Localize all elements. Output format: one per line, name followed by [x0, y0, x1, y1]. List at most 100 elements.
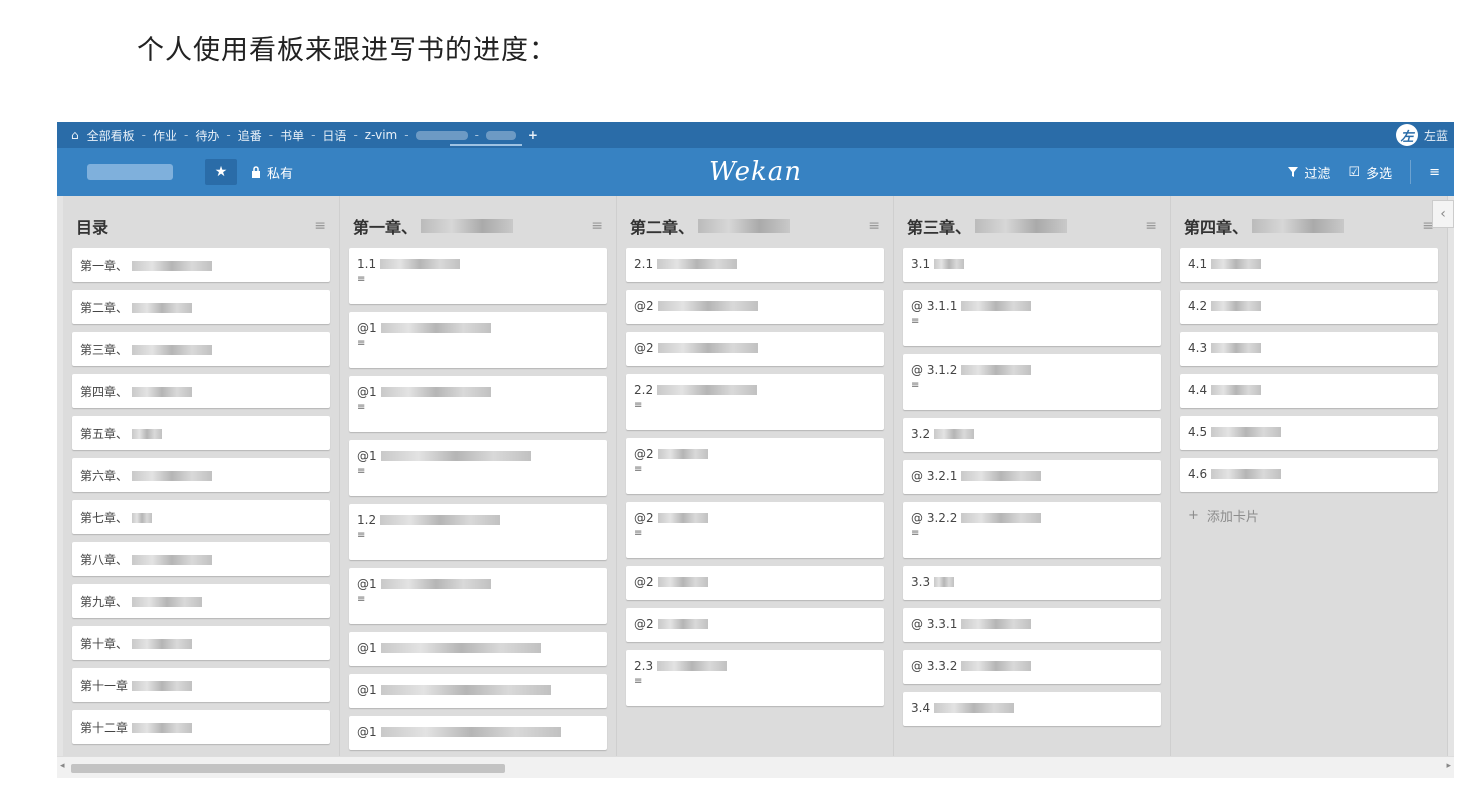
scroll-left-icon[interactable]: ◂	[60, 761, 65, 771]
home-icon[interactable]: ⌂	[67, 128, 83, 142]
card[interactable]: @ 3.1.1 ≡	[903, 290, 1161, 346]
sidebar-toggle-icon[interactable]: ‹	[1432, 200, 1454, 228]
card[interactable]: @ 3.1.2 ≡	[903, 354, 1161, 410]
card[interactable]: @2 ≡	[626, 438, 884, 494]
card[interactable]: 第八章、	[72, 542, 330, 576]
card[interactable]: 第九章、	[72, 584, 330, 618]
scrollbar-thumb[interactable]	[71, 764, 505, 773]
card-title-redacted	[132, 386, 193, 397]
multiselect-button[interactable]: ☑ 多选	[1348, 163, 1392, 182]
scroll-right-icon[interactable]: ▸	[1446, 761, 1451, 771]
crumb-other-board[interactable]	[485, 130, 516, 140]
crumb-booklist[interactable]: 书单	[276, 127, 308, 144]
card[interactable]: 第二章、	[72, 290, 330, 324]
card[interactable]: 4.5	[1180, 416, 1438, 450]
list-title[interactable]: 目录	[76, 214, 108, 238]
card-title-redacted	[380, 259, 461, 269]
crumb-homework[interactable]: 作业	[149, 127, 181, 144]
crumb-zvim[interactable]: z-vim	[361, 128, 401, 142]
user-name[interactable]: 左蓝	[1424, 127, 1448, 144]
card[interactable]: @2	[626, 566, 884, 600]
add-card-button[interactable]: + 添加卡片	[1180, 500, 1438, 531]
card[interactable]: 第七章、	[72, 500, 330, 534]
card[interactable]: @1 ≡	[349, 440, 607, 496]
filter-button[interactable]: 过滤	[1288, 163, 1330, 182]
card[interactable]: @1 ≡	[349, 312, 607, 368]
card[interactable]: @1	[349, 716, 607, 750]
card[interactable]: 第五章、	[72, 416, 330, 450]
card-title-text: 1.2	[357, 513, 377, 527]
card[interactable]: @2	[626, 290, 884, 324]
card[interactable]: 第十二章	[72, 710, 330, 744]
user-menu[interactable]: 左 左蓝	[1395, 124, 1448, 146]
crumb-todo[interactable]: 待办	[191, 127, 223, 144]
card[interactable]: 2.2 ≡	[626, 374, 884, 430]
card[interactable]: @1	[349, 674, 607, 708]
hamburger-menu-icon[interactable]: ≡	[1429, 165, 1440, 180]
card[interactable]: 4.2	[1180, 290, 1438, 324]
description-icon: ≡	[357, 594, 366, 605]
list-title[interactable]: 第二章、	[630, 214, 791, 238]
card[interactable]: 第四章、	[72, 374, 330, 408]
card[interactable]: 3.4	[903, 692, 1161, 726]
description-icon: ≡	[634, 676, 643, 687]
card-title-text: 第十章、	[80, 637, 129, 651]
card[interactable]: @2 ≡	[626, 502, 884, 558]
card[interactable]: 3.2	[903, 418, 1161, 452]
card[interactable]: @2	[626, 608, 884, 642]
list-menu-icon[interactable]: ≡	[868, 218, 880, 234]
crumb-anime[interactable]: 追番	[234, 127, 266, 144]
crumb-japanese[interactable]: 日语	[318, 127, 350, 144]
card[interactable]: 2.1	[626, 248, 884, 282]
card[interactable]: @ 3.3.1	[903, 608, 1161, 642]
description-icon: ≡	[357, 338, 366, 349]
card[interactable]: @ 3.3.2	[903, 650, 1161, 684]
card[interactable]: @2	[626, 332, 884, 366]
card-title: @ 3.1.1	[911, 299, 1153, 313]
list-menu-icon[interactable]: ≡	[1145, 218, 1157, 234]
card-title-text: @1	[357, 683, 377, 697]
card[interactable]: 第一章、	[72, 248, 330, 282]
card[interactable]: 4.3	[1180, 332, 1438, 366]
crumb-current-board[interactable]	[415, 130, 468, 140]
card[interactable]: 第十章、	[72, 626, 330, 660]
card[interactable]: 第十一章	[72, 668, 330, 702]
list-title-text: 第二章、	[630, 218, 695, 237]
card[interactable]: @ 3.2.2 ≡	[903, 502, 1161, 558]
card-title-text: 第一章、	[80, 259, 129, 273]
card-title: 第一章、	[80, 257, 322, 274]
user-avatar[interactable]: 左	[1395, 124, 1418, 146]
card[interactable]: 3.3	[903, 566, 1161, 600]
board-visibility[interactable]: 私有	[251, 163, 293, 182]
star-board-button[interactable]: ★	[205, 159, 237, 185]
card[interactable]: @1	[349, 632, 607, 666]
card[interactable]: 1.1 ≡	[349, 248, 607, 304]
card[interactable]: @1 ≡	[349, 568, 607, 624]
horizontal-scrollbar[interactable]: ◂ ▸	[57, 756, 1454, 778]
board-list: 第一章、 ≡ 1.1 ≡ @1 ≡ @1 ≡ @1 ≡ 1.2 ≡ @1 ≡ @1 @1 @1	[340, 196, 617, 756]
card[interactable]: 4.6	[1180, 458, 1438, 492]
card[interactable]: 4.1	[1180, 248, 1438, 282]
crumb-all-boards[interactable]: 全部看板	[83, 127, 139, 144]
card[interactable]: @1 ≡	[349, 376, 607, 432]
card[interactable]: @ 3.2.1	[903, 460, 1161, 494]
list-title[interactable]: 第一章、	[353, 214, 514, 238]
list-title[interactable]: 第三章、	[907, 214, 1068, 238]
card[interactable]: 第六章、	[72, 458, 330, 492]
list-menu-icon[interactable]: ≡	[314, 218, 326, 234]
card-title: 2.3	[634, 659, 876, 673]
list-menu-icon[interactable]: ≡	[591, 218, 603, 234]
card[interactable]: 3.1	[903, 248, 1161, 282]
card-title: 3.3	[911, 575, 1153, 589]
add-board-button[interactable]: +	[528, 128, 538, 142]
card[interactable]: 1.2 ≡	[349, 504, 607, 560]
lock-icon	[252, 166, 260, 178]
card[interactable]: 2.3 ≡	[626, 650, 884, 706]
card[interactable]: 4.4	[1180, 374, 1438, 408]
card[interactable]: 第三章、	[72, 332, 330, 366]
card-title-redacted	[657, 577, 708, 587]
card-title-text: 第八章、	[80, 553, 129, 567]
list-title[interactable]: 第四章、	[1184, 214, 1345, 238]
board-title[interactable]	[87, 164, 173, 180]
crumb-separator: -	[404, 128, 409, 142]
